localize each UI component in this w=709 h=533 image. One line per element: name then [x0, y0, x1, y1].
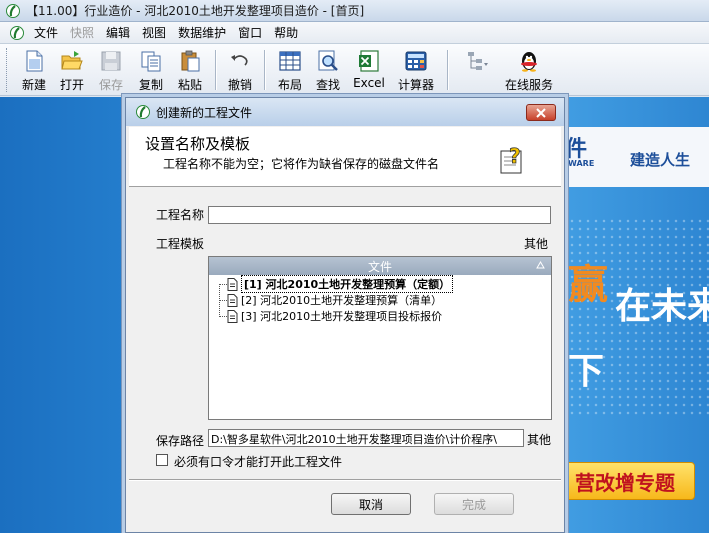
- excel-icon: [359, 50, 379, 72]
- dialog-title: 创建新的工程文件: [156, 105, 253, 120]
- template-item[interactable]: [2] 河北2010土地开发整理预算（清单）: [227, 292, 442, 308]
- template-other-button[interactable]: 其他: [524, 235, 548, 252]
- document-icon: [227, 309, 238, 323]
- path-other-button[interactable]: 其他: [527, 431, 551, 448]
- template-item-label: [1] 河北2010土地开发整理预算（定额）: [241, 275, 454, 293]
- layout-grid-icon: [279, 51, 301, 71]
- svg-text:?: ?: [509, 144, 521, 168]
- undo-button-label: 撤销: [227, 78, 252, 92]
- project-name-input[interactable]: [208, 206, 551, 224]
- menu-edit[interactable]: 编辑: [100, 24, 136, 41]
- template-item-label: [3] 河北2010土地开发整理项目投标报价: [241, 310, 443, 323]
- dialog-divider: [129, 479, 561, 480]
- tree-connector: [219, 316, 227, 317]
- banner-headline-3: 下: [568, 350, 605, 392]
- banner-slogan: 建造人生: [630, 151, 691, 169]
- finish-button[interactable]: 完成: [434, 493, 514, 515]
- paste-button-label: 粘贴: [177, 78, 202, 92]
- save-path-input[interactable]: D:\智多星软件\河北2010土地开发整理项目造价\计价程序\: [208, 429, 524, 447]
- new-button[interactable]: 新建: [15, 44, 53, 94]
- calculator-button[interactable]: 计算器: [391, 44, 441, 94]
- toolbar: 新建 打开 保存 复制 粘贴 撤销 布局 查找 Excel 计算器 在线服务: [0, 44, 709, 96]
- undo-button[interactable]: 撤销: [222, 44, 258, 94]
- banner-headline-2: 在未来: [615, 285, 709, 327]
- toolbar-separator: [264, 50, 265, 90]
- vat-reform-promo-button[interactable]: 营改增专题: [555, 462, 695, 500]
- save-path-label: 保存路径: [156, 434, 205, 448]
- require-password-label[interactable]: 必须有口令才能打开此工程文件: [174, 453, 342, 470]
- window-titlebar: 【11.00】行业造价 - 河北2010土地开发整理项目造价 - [首页]: [0, 0, 709, 22]
- tree-view-dropdown[interactable]: [454, 44, 500, 94]
- toolbar-separator: [215, 50, 216, 90]
- template-tree-header-label: 文件: [367, 259, 392, 274]
- calculator-button-label: 计算器: [397, 78, 434, 92]
- dialog-header-title: 设置名称及模板: [145, 135, 251, 153]
- project-name-label: 工程名称: [156, 208, 205, 222]
- document-icon: [227, 277, 238, 291]
- find-magnifier-icon: [318, 50, 338, 71]
- help-question-icon: ?: [500, 144, 522, 174]
- document-icon: [227, 293, 238, 307]
- require-password-checkbox[interactable]: [156, 454, 168, 466]
- template-item-label: [2] 河北2010土地开发整理预算（清单）: [241, 294, 443, 307]
- menu-help[interactable]: 帮助: [268, 24, 304, 41]
- find-button-label: 查找: [315, 78, 340, 92]
- copy-button-label: 复制: [138, 78, 163, 92]
- banner-headline-1: 赢: [568, 261, 608, 308]
- menu-view[interactable]: 视图: [136, 24, 172, 41]
- find-button[interactable]: 查找: [309, 44, 347, 94]
- template-tree-header[interactable]: 文件: [209, 257, 551, 275]
- qq-penguin-icon: [521, 52, 537, 72]
- online-service-label: 在线服务: [504, 78, 553, 92]
- dialog-titlebar[interactable]: 创建新的工程文件: [126, 98, 564, 126]
- template-item[interactable]: [1] 河北2010土地开发整理预算（定额）: [227, 275, 454, 293]
- banner-logo-sub: WARE: [568, 159, 595, 168]
- calculator-icon: [405, 51, 427, 71]
- tree-connector: [219, 300, 227, 301]
- new-file-icon: [26, 50, 43, 72]
- open-folder-icon: [61, 51, 83, 70]
- cancel-button[interactable]: 取消: [331, 493, 411, 515]
- menu-snapshot[interactable]: 快照: [64, 24, 100, 41]
- dialog-close-button[interactable]: [526, 104, 556, 121]
- menu-window[interactable]: 窗口: [232, 24, 268, 41]
- new-button-label: 新建: [21, 78, 46, 92]
- copy-icon: [141, 51, 161, 72]
- layout-button[interactable]: 布局: [271, 44, 309, 94]
- toolbar-separator: [447, 50, 448, 90]
- menu-bar: 文件 快照 编辑 视图 数据维护 窗口 帮助: [0, 22, 709, 44]
- tree-connector: [219, 284, 227, 285]
- menu-file[interactable]: 文件: [28, 24, 64, 41]
- copy-button[interactable]: 复制: [131, 44, 171, 94]
- save-button[interactable]: 保存: [91, 44, 131, 94]
- dialog-header-subtitle: 工程名称不能为空；它将作为缺省保存的磁盘文件名: [163, 157, 440, 171]
- paste-button[interactable]: 粘贴: [171, 44, 209, 94]
- app-logo-icon: [6, 3, 20, 18]
- layout-button-label: 布局: [277, 78, 302, 92]
- excel-button-label: Excel: [353, 76, 385, 90]
- create-project-dialog: 创建新的工程文件 设置名称及模板 工程名称不能为空；它将作为缺省保存的磁盘文件名…: [125, 97, 565, 533]
- tree-structure-icon: [468, 52, 488, 70]
- open-button-label: 打开: [59, 78, 84, 92]
- app-logo-icon: [10, 25, 24, 40]
- template-item[interactable]: [3] 河北2010土地开发整理项目投标报价: [227, 308, 442, 324]
- project-template-label: 工程模板: [156, 237, 205, 251]
- paste-clipboard-icon: [181, 50, 200, 72]
- sort-triangle-icon: [536, 261, 545, 269]
- open-button[interactable]: 打开: [53, 44, 91, 94]
- save-button-label: 保存: [98, 78, 123, 92]
- toolbar-grip[interactable]: [6, 48, 9, 92]
- save-disk-icon: [101, 51, 121, 71]
- online-service-button[interactable]: 在线服务: [500, 44, 558, 94]
- app-logo-icon: [136, 105, 150, 119]
- dialog-header: 设置名称及模板 工程名称不能为空；它将作为缺省保存的磁盘文件名 ?: [129, 127, 561, 187]
- excel-button[interactable]: Excel: [347, 44, 391, 94]
- undo-arrow-icon: [231, 55, 248, 66]
- close-icon: [536, 107, 546, 118]
- window-title: 【11.00】行业造价 - 河北2010土地开发整理项目造价 - [首页]: [26, 4, 365, 18]
- menu-data-maintenance[interactable]: 数据维护: [172, 24, 232, 41]
- template-tree[interactable]: 文件 [1] 河北2010土地开发整理预算（定额） [2] 河北2010土地开发…: [208, 256, 552, 420]
